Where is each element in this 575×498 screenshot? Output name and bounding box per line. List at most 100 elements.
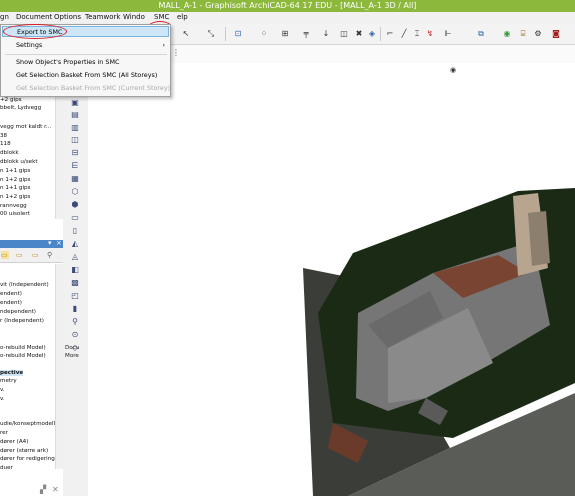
menu-help[interactable]: elp	[177, 13, 188, 21]
list-item[interactable]: ndependent)	[0, 309, 36, 315]
render-icon[interactable]: ◉	[501, 28, 513, 39]
scrollbar[interactable]	[55, 97, 63, 219]
floor-plan-icon[interactable]: ⊡	[232, 28, 244, 39]
mesh-icon[interactable]: ◭	[69, 238, 81, 249]
list-item[interactable]: n 1+2 gips	[0, 177, 30, 183]
list-item[interactable]: 118	[0, 141, 11, 147]
pin-icon[interactable]: ⊙	[69, 329, 81, 340]
list-item[interactable]: n 1+1 gips	[0, 185, 30, 191]
main-toolbar: ↖ ⤡ ⊡ ⁘ ⊞ ╤ ↓ ◫ ✖ ◈ ⌐ ╱ ⌶ ↯ ⊩ ⧉ ◉ ⌸ ⚙ ◙	[170, 24, 575, 45]
close-icon[interactable]: ✖	[353, 28, 365, 39]
menu-item-get-basket-all[interactable]: Get Selection Basket From SMC (All Store…	[2, 70, 169, 81]
zone-icon[interactable]: ◧	[69, 264, 81, 275]
list-item[interactable]: 00 uisolert	[0, 211, 30, 217]
list-item[interactable]: rer	[0, 430, 8, 436]
view-icon[interactable]: ⧉	[475, 28, 487, 39]
3d-viewport[interactable]: ◉	[88, 63, 575, 496]
list-item[interactable]: dblokk	[0, 150, 19, 156]
marker-icon[interactable]: ⚲	[69, 316, 81, 327]
search-icon[interactable]: ⚲	[47, 251, 55, 259]
expand-icon[interactable]: ⋮	[170, 47, 182, 58]
dropdown-icon[interactable]: ▾	[48, 239, 52, 247]
marquee-tool-icon[interactable]: ⤡	[205, 28, 217, 39]
close-icon[interactable]: ✕	[52, 485, 59, 494]
list-item[interactable]: vegg mot kaldt r...	[0, 124, 51, 130]
snap-icon[interactable]: ⁘	[258, 28, 270, 39]
stair-icon[interactable]: ⊟	[69, 147, 81, 158]
arrow-tool-icon[interactable]: ↖	[180, 28, 192, 39]
curtain-wall-icon[interactable]: ⬢	[69, 199, 81, 210]
toolbox-more-label[interactable]: More	[65, 353, 79, 359]
menu-design[interactable]: gn	[0, 13, 9, 21]
eye-icon[interactable]: ◉	[450, 66, 456, 74]
camera-icon[interactable]: ◰	[69, 290, 81, 301]
filter-icon[interactable]: ⚙	[532, 28, 544, 39]
folder-icon[interactable]: ▭	[16, 251, 24, 259]
beam-icon[interactable]: ▭	[69, 212, 81, 223]
export-highlight-circle	[3, 24, 67, 39]
menu-window[interactable]: Windo	[123, 13, 145, 21]
door-icon[interactable]: ▥	[69, 122, 81, 133]
list-item[interactable]: metry	[0, 378, 17, 384]
list-item[interactable]: n 1+1 gips	[0, 168, 30, 174]
secondary-toolbar: ⋮	[170, 45, 575, 64]
list-item[interactable]: r (Independent)	[0, 318, 44, 324]
slab-icon[interactable]: ▦	[69, 173, 81, 184]
morph-icon[interactable]: ◬	[69, 251, 81, 262]
column-icon[interactable]: ▯	[69, 225, 81, 236]
menu-teamwork[interactable]: Teamwork	[85, 13, 120, 21]
align-icon[interactable]: ⊩	[442, 28, 454, 39]
list-item[interactable]: endent)	[0, 300, 22, 306]
list-item[interactable]: dblokk u/sekt	[0, 159, 38, 165]
shell-icon[interactable]: ⬡	[69, 186, 81, 197]
camera-icon[interactable]: ◙	[550, 28, 562, 39]
list-item[interactable]: +2 gips	[0, 97, 22, 103]
menu-item-settings[interactable]: Settings ›	[2, 40, 169, 51]
slope-icon[interactable]: ╱	[398, 28, 410, 39]
menu-options[interactable]: Options	[54, 13, 81, 21]
list-item[interactable]: v.	[0, 396, 5, 402]
menu-document[interactable]: Document	[16, 13, 52, 21]
toolbar-separator	[380, 27, 381, 41]
toolbox-document-label[interactable]: Docu	[65, 345, 79, 351]
close-icon[interactable]: ×	[56, 239, 62, 247]
line-icon[interactable]: ⌐	[384, 28, 396, 39]
window-icon[interactable]: ◫	[69, 134, 81, 145]
roof-icon[interactable]: ⋿	[69, 160, 81, 171]
layers-icon[interactable]: ◈	[366, 28, 378, 39]
list-item[interactable]: vit (Independent)	[0, 282, 49, 288]
list-item[interactable]: o-rebuild Model)	[0, 353, 46, 359]
grid-tool-icon[interactable]: ▩	[69, 277, 81, 288]
magic-wand-icon[interactable]: ↯	[424, 28, 436, 39]
panel-header: ▾ ×	[0, 239, 63, 248]
list-item[interactable]: udie/konseptmodell	[0, 421, 55, 427]
list-item[interactable]: v.	[0, 387, 5, 393]
list-item[interactable]: rannvegg	[0, 203, 27, 209]
list-item[interactable]: 38	[0, 133, 7, 139]
list-item[interactable]: duer	[0, 465, 13, 471]
dimension-icon[interactable]: ↓	[320, 28, 332, 39]
object-icon[interactable]: ▣	[69, 97, 81, 108]
offset-icon[interactable]: ⌶	[411, 28, 423, 39]
list-item[interactable]: o-rebuild Model)	[0, 345, 46, 351]
wall-icon[interactable]: ╤	[300, 28, 312, 39]
panel-tabs: ▭ ▭ ▭ ⚲	[0, 248, 63, 263]
lamp-icon[interactable]: ▤	[69, 109, 81, 120]
folder-icon[interactable]: ▭	[32, 251, 40, 259]
menu-item-show-properties[interactable]: Show Object's Properties in SMC	[2, 57, 169, 68]
list-item[interactable]: bbelt, Lydvegg	[0, 105, 41, 111]
folder-icon[interactable]: ▭	[1, 251, 9, 259]
menu-smc[interactable]: SMC	[154, 13, 169, 21]
list-item[interactable]: endent)	[0, 291, 22, 297]
list-item[interactable]: n 1+2 gips	[0, 194, 30, 200]
list-item[interactable]: dører (A4)	[0, 439, 28, 445]
grid-icon[interactable]: ⊞	[279, 28, 291, 39]
list-item[interactable]: dører (større ark)	[0, 448, 48, 454]
label-icon[interactable]: ▮	[69, 303, 81, 314]
list-item[interactable]: dører for redigering	[0, 456, 55, 462]
model-icon[interactable]: ⌸	[517, 28, 529, 39]
list-item-selected[interactable]: pective	[0, 370, 24, 376]
panel-settings-icon[interactable]: ▞	[40, 485, 46, 494]
scrollbar[interactable]	[55, 264, 63, 469]
section-icon[interactable]: ◫	[338, 28, 350, 39]
